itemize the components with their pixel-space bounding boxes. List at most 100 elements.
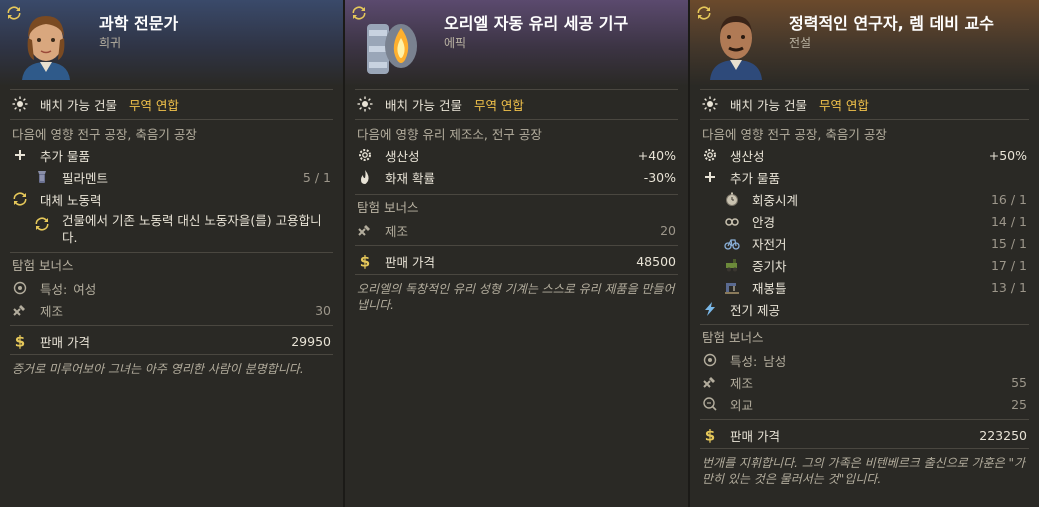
price-row: $ 판매 가격 29950 [0, 328, 343, 354]
craft-label: 제조 [40, 303, 64, 319]
sun-icon [357, 96, 373, 112]
dollar-icon: $ [12, 333, 28, 349]
bicycle-icon [724, 235, 740, 251]
expedition-title: 탐험 보너스 [357, 200, 419, 215]
trait-row: 특성: 남성 [690, 349, 1039, 371]
craft-row: 제조 55 [690, 371, 1039, 393]
price-label: 판매 가격 [730, 428, 780, 444]
trait-label: 특성: [730, 353, 758, 369]
productivity-label: 생산성 [730, 148, 765, 164]
svg-text:$: $ [360, 253, 370, 269]
sun-icon [702, 96, 718, 112]
item-card-oriel-glass: 오리엘 자동 유리 세공 기구 에픽 배치 가능 건물 무역 연합 다음에 영향… [345, 0, 690, 507]
craft-value: 55 [1011, 374, 1027, 390]
extra-good-value: 17 / 1 [990, 257, 1027, 273]
placeable-value: 무역 연합 [128, 97, 179, 113]
extra-good-name: 증기차 [752, 258, 787, 274]
placeable-label: 배치 가능 건물 [385, 97, 462, 113]
craft-label: 제조 [730, 375, 754, 391]
fire-value: -30% [643, 169, 676, 185]
diplomacy-value: 25 [1011, 396, 1027, 412]
extra-goods-label: 추가 물품 [40, 148, 90, 164]
craft-value: 20 [660, 222, 676, 238]
price-value: 48500 [636, 253, 676, 269]
dollar-icon: $ [357, 253, 373, 269]
price-value: 223250 [979, 427, 1027, 443]
swap-icon [34, 216, 50, 232]
extra-good-name: 자전거 [752, 236, 787, 252]
extra-good-value: 5 / 1 [302, 169, 331, 185]
lightning-icon [702, 301, 718, 317]
extra-goods-row: 추가 물품 [0, 144, 343, 166]
craft-row: 제조 20 [345, 219, 688, 241]
price-value: 29950 [291, 333, 331, 349]
price-row: $ 판매 가격 48500 [345, 248, 688, 274]
trait-label: 특성: [40, 281, 68, 297]
extra-goods-row: 추가 물품 [690, 166, 1039, 188]
placeable-label: 배치 가능 건물 [730, 97, 807, 113]
trait-value: 남성 [763, 353, 787, 369]
gear-icon [357, 147, 373, 163]
expedition-title: 탐험 보너스 [12, 258, 74, 273]
card-header: 정력적인 연구자, 렘 데비 교수 전설 [690, 0, 1039, 86]
glass-machine-icon [367, 24, 417, 74]
replace-desc: 건물에서 기존 노동력 대신 노동자을(를) 고용합니다. [62, 213, 322, 245]
card-header: 과학 전문가 희귀 [0, 0, 343, 86]
plus-icon [702, 169, 718, 185]
steam-car-icon [724, 257, 740, 273]
flavor-text: 번개를 지휘합니다. 그의 가족은 비텐베르크 출신으로 가훈은 "가만히 있는… [702, 456, 1026, 486]
extra-good-item: 자전거 15 / 1 [690, 232, 1039, 254]
tools-icon [12, 302, 28, 318]
extra-goods-label: 추가 물품 [730, 170, 780, 186]
portrait-icon [22, 16, 70, 80]
trait-row: 특성: 여성 [0, 277, 343, 299]
card-title: 과학 전문가 [99, 14, 179, 33]
trait-icon [702, 352, 718, 368]
productivity-label: 생산성 [385, 148, 420, 164]
craft-value: 30 [315, 302, 331, 318]
extra-good-value: 16 / 1 [990, 191, 1027, 207]
diplomacy-icon [702, 396, 718, 412]
trait-value: 여성 [73, 281, 97, 297]
productivity-row: 생산성 +50% [690, 144, 1039, 166]
productivity-value: +50% [988, 147, 1027, 163]
extra-good-item: 필라멘트 5 / 1 [0, 166, 343, 188]
glasses-icon [724, 213, 740, 229]
affects-text: 다음에 영향 전구 공장, 축음기 공장 [702, 126, 887, 142]
fire-row: 화재 확률 -30% [345, 166, 688, 188]
fire-icon [357, 169, 373, 185]
fire-label: 화재 확률 [385, 170, 435, 186]
diplomacy-label: 외교 [730, 397, 754, 413]
diplomacy-row: 외교 25 [690, 393, 1039, 415]
dollar-icon: $ [702, 427, 718, 443]
extra-good-value: 13 / 1 [990, 279, 1027, 295]
placeable-row: 배치 가능 건물 무역 연합 [0, 93, 343, 115]
svg-text:$: $ [15, 333, 25, 349]
price-label: 판매 가격 [40, 334, 90, 350]
affects-text: 다음에 영향 전구 공장, 축음기 공장 [12, 126, 197, 142]
item-card-science-expert: 과학 전문가 희귀 배치 가능 건물 무역 연합 다음에 영향 전구 공장, 축… [0, 0, 345, 507]
placeable-row: 배치 가능 건물 무역 연합 [345, 93, 688, 115]
replace-workforce-row: 대체 노동력 [0, 188, 343, 210]
craft-label: 제조 [385, 223, 409, 239]
extra-good-value: 15 / 1 [990, 235, 1027, 251]
placeable-value: 무역 연합 [473, 97, 524, 113]
plus-icon [12, 147, 28, 163]
card-header: 오리엘 자동 유리 세공 기구 에픽 [345, 0, 688, 86]
flavor-text: 증거로 미루어보아 그녀는 아주 영리한 사람이 분명합니다. [12, 362, 304, 376]
price-label: 판매 가격 [385, 254, 435, 270]
extra-good-item: 안경 14 / 1 [690, 210, 1039, 232]
extra-good-item: 재봉틀 13 / 1 [690, 276, 1039, 298]
card-title: 오리엘 자동 유리 세공 기구 [444, 14, 629, 33]
expedition-title: 탐험 보너스 [702, 330, 764, 345]
svg-text:$: $ [705, 427, 715, 443]
portrait-icon [710, 16, 762, 80]
extra-good-item: 증기차 17 / 1 [690, 254, 1039, 276]
swap-icon [12, 191, 28, 207]
gear-icon [702, 147, 718, 163]
filament-icon [34, 169, 50, 185]
craft-row: 제조 30 [0, 299, 343, 321]
replace-desc-row: 건물에서 기존 노동력 대신 노동자을(를) 고용합니다. [0, 210, 343, 246]
extra-good-name: 재봉틀 [752, 280, 787, 296]
placeable-label: 배치 가능 건물 [40, 97, 117, 113]
